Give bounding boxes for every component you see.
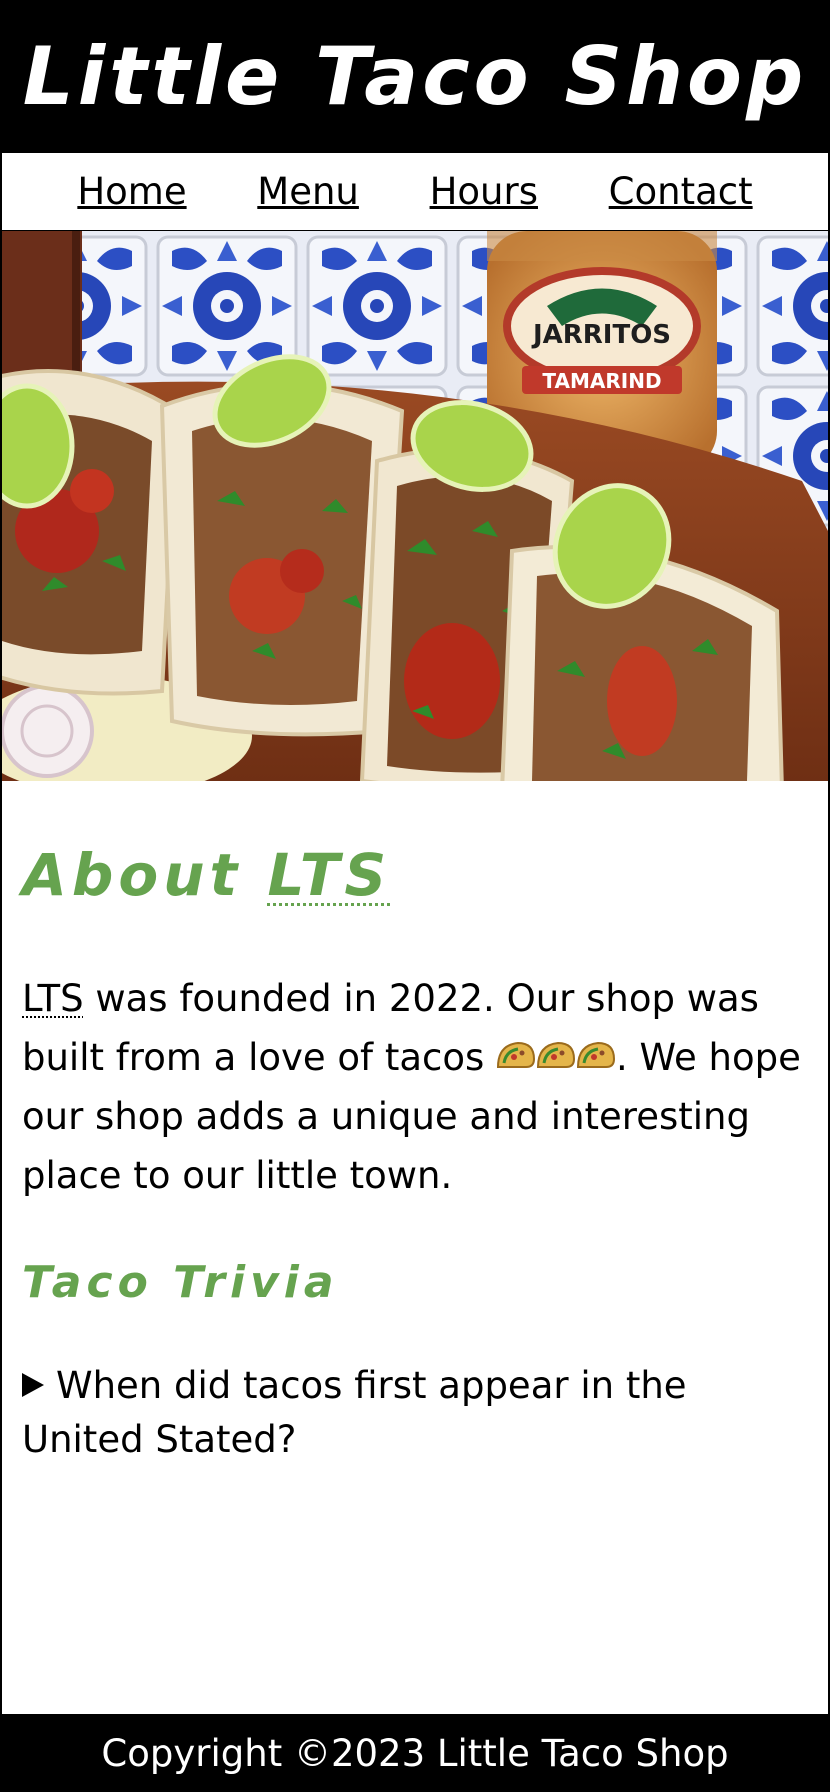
- copyright-text: Copyright ©2023 Little Taco Shop: [101, 1731, 729, 1775]
- bottle-flavor-text: TAMARIND: [542, 369, 661, 393]
- main-nav: Home Menu Hours Contact: [2, 153, 828, 231]
- hero-image: JARRITOS TAMARIND: [2, 231, 828, 781]
- trivia-question-summary[interactable]: When did tacos first appear in the Unite…: [22, 1359, 808, 1467]
- tacos-photo: JARRITOS TAMARIND: [2, 231, 828, 781]
- about-heading-prefix: About: [22, 841, 268, 909]
- about-paragraph: LTS was founded in 2022. Our shop was bu…: [22, 969, 808, 1205]
- taco-emoji-icon: [537, 1042, 576, 1069]
- disclosure-triangle-icon: [22, 1372, 44, 1397]
- about-text-abbr: LTS: [22, 976, 84, 1020]
- page: Little Taco Shop Home Menu Hours Contact: [0, 0, 830, 1792]
- taco-emoji-icon: [497, 1042, 536, 1069]
- about-heading: About LTS: [22, 841, 808, 911]
- site-header: Little Taco Shop: [2, 0, 828, 153]
- site-footer: Copyright ©2023 Little Taco Shop: [2, 1714, 828, 1792]
- nav-link-home[interactable]: Home: [77, 173, 186, 210]
- about-heading-abbr: LTS: [267, 841, 392, 909]
- trivia-question-text: When did tacos first appear in the Unite…: [22, 1364, 687, 1462]
- nav-link-menu[interactable]: Menu: [257, 173, 359, 210]
- taco-1: [2, 369, 180, 696]
- nav-link-contact[interactable]: Contact: [609, 173, 753, 210]
- taco-emoji-icon: [577, 1042, 616, 1069]
- main-content: About LTS LTS was founded in 2022. Our s…: [2, 841, 828, 1467]
- trivia-question-disclosure[interactable]: When did tacos first appear in the Unite…: [22, 1359, 808, 1467]
- site-title: Little Taco Shop: [22, 29, 808, 123]
- trivia-heading: Taco Trivia: [22, 1256, 339, 1308]
- bottle-brand-text: JARRITOS: [531, 320, 671, 350]
- nav-link-hours[interactable]: Hours: [430, 173, 538, 210]
- taco-emoji-group: [496, 1036, 616, 1079]
